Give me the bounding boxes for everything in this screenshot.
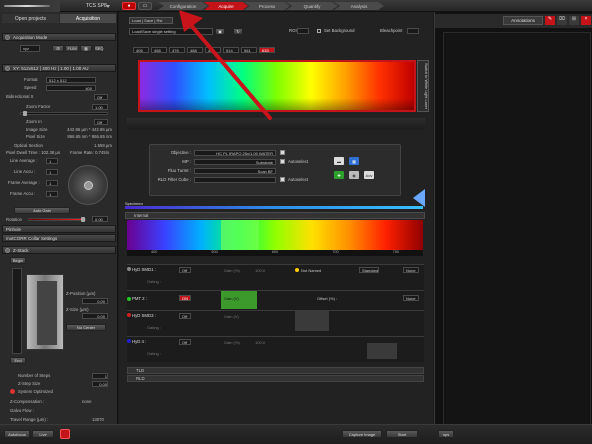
arrow-head-icon: [179, 10, 203, 32]
arrow-shaft: [188, 22, 272, 120]
tutorial-arrow-overlay: [179, 10, 272, 120]
